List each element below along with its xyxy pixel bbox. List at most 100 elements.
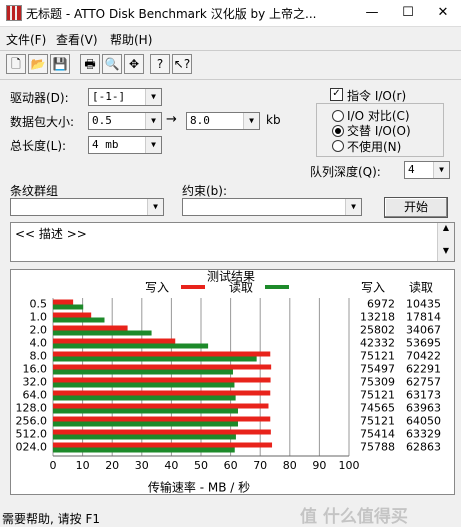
category-label: 256.0 [16,415,48,428]
direct-io-checkbox[interactable]: ✓ [330,88,343,101]
read-value: 63329 [406,428,441,441]
queue-depth-select[interactable]: 4 ▼ [404,161,450,179]
print-preview-icon[interactable]: 🔍 [102,54,122,74]
read-value: 64050 [406,415,441,428]
scroll-up-icon[interactable]: ▲ [438,223,454,232]
write-value: 75497 [360,363,395,376]
transfer-to-select[interactable]: 8.0 ▼ [186,112,260,130]
chevron-down-icon: ▼ [145,137,161,153]
watermark: 值 什么值得买 [300,507,408,527]
queue-depth-label: 队列深度(Q): [310,165,381,179]
category-label: 128.0 [16,402,48,415]
x-tick-label: 90 [312,459,326,472]
neither-label: 不使用(N) [347,140,402,154]
write-value: 75309 [360,376,395,389]
write-bar [53,299,74,305]
print-icon[interactable]: 🖶 [80,54,100,74]
read-bar [53,317,105,323]
overlapped-io-radio[interactable] [332,125,344,137]
toolbar: 🗋 📂 💾 🖶 🔍 ✥ ? ↖? [0,50,461,80]
legend-write-label: 写入 [145,281,169,295]
write-bar [53,364,272,370]
read-value: 62863 [406,441,441,454]
write-bar [53,442,273,448]
start-button[interactable]: 开始 [384,197,448,218]
queue-depth-value: 4 [408,163,415,176]
menu-help[interactable]: 帮助(H) [110,31,152,48]
description-box[interactable]: << 描述 >> ▲ ▼ [10,222,455,262]
read-bar [53,434,236,440]
constraint-select[interactable]: ▼ [182,198,362,216]
x-tick-label: 40 [164,459,178,472]
category-label: 2.0 [30,324,48,337]
x-tick-label: 50 [194,459,208,472]
read-value: 10435 [406,298,441,311]
write-bar [53,325,128,331]
category-label: 0.5 [30,298,48,311]
write-bar [53,429,271,435]
io-compare-radio[interactable] [332,110,344,122]
read-bar [53,369,233,375]
write-bar [53,351,271,357]
title-bar: 无标题 - ATTO Disk Benchmark 汉化版 by 上帝之... … [0,0,461,27]
category-label: 1.0 [30,311,48,324]
save-icon[interactable]: 💾 [50,54,70,74]
read-bar [53,395,236,401]
move-icon[interactable]: ✥ [124,54,144,74]
total-length-label: 总长度(L): [10,139,67,153]
transfer-size-label: 数据包大小: [10,115,75,129]
write-column-header: 写入 [361,281,385,295]
transfer-from-value: 0.5 [92,114,112,127]
context-help-icon[interactable]: ↖? [172,54,192,74]
write-bar [53,338,176,344]
minimize-button[interactable]: — [354,0,390,26]
legend-write-swatch [181,285,205,289]
x-tick-label: 20 [105,459,119,472]
category-label: 32.0 [23,376,48,389]
total-length-select[interactable]: 4 mb ▼ [88,136,162,154]
stripe-group-label: 条纹群组 [10,184,59,198]
x-tick-label: 60 [224,459,238,472]
neither-radio[interactable] [332,140,344,152]
new-file-icon[interactable]: 🗋 [6,54,26,74]
arrow-right-icon: → [166,112,177,127]
write-bar [53,390,271,396]
read-bar [53,343,209,349]
menu-view[interactable]: 查看(V) [56,31,98,48]
drive-label: 驱动器(D): [10,91,69,105]
read-bar [53,421,238,427]
read-bar [53,304,84,310]
chevron-down-icon: ▼ [345,199,361,215]
menu-file[interactable]: 文件(F) [6,31,46,48]
write-value: 42332 [360,337,395,350]
description-text: << 描述 >> [15,227,87,241]
write-value: 75414 [360,428,395,441]
read-value: 70422 [406,350,441,363]
maximize-button[interactable]: ☐ [390,0,426,26]
open-folder-icon[interactable]: 📂 [28,54,48,74]
x-tick-label: 30 [135,459,149,472]
read-bar [53,356,257,362]
scroll-down-icon[interactable]: ▼ [438,246,454,255]
write-value: 75121 [360,389,395,402]
write-value: 75788 [360,441,395,454]
stripe-group-select[interactable]: ▼ [10,198,164,216]
direct-io-label: 指令 I/O(r) [347,89,407,103]
write-value: 25802 [360,324,395,337]
drive-select[interactable]: [-1-] ▼ [88,88,162,106]
transfer-unit: kb [266,113,281,127]
results-panel: 测试结果 写入 读取 写入 读取 传输速率 - MB / 秒 0 10 20 30 40… [10,269,455,495]
read-value: 34067 [406,324,441,337]
category-label: 512.0 [16,428,48,441]
category-label: 4.0 [30,337,48,350]
description-scrollbar[interactable]: ▲ ▼ [437,223,454,261]
transfer-from-select[interactable]: 0.5 ▼ [88,112,162,130]
close-button[interactable]: ✕ [425,0,461,26]
write-value: 75121 [360,350,395,363]
x-tick-label: 80 [283,459,297,472]
write-value: 6972 [367,298,395,311]
category-label: 16.0 [23,363,48,376]
window-title: 无标题 - ATTO Disk Benchmark 汉化版 by 上帝之... [26,7,317,21]
read-value: 62757 [406,376,441,389]
help-icon[interactable]: ? [150,54,170,74]
